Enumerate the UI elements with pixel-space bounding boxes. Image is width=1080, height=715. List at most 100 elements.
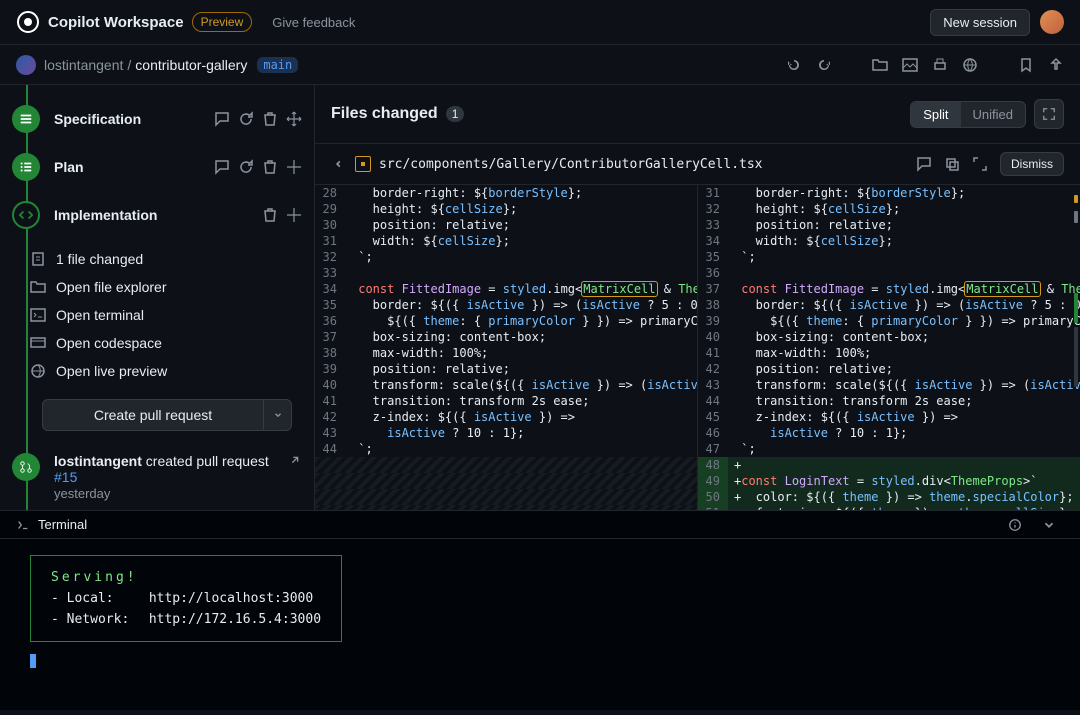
terminal-tab[interactable]: Terminal xyxy=(0,511,1080,539)
file-header[interactable]: src/components/Gallery/ContributorGaller… xyxy=(315,143,1080,185)
terminal-icon xyxy=(16,518,30,532)
activity-time: yesterday xyxy=(54,486,110,501)
modified-file-icon xyxy=(355,156,371,172)
repo-subheader: lostintangent / contributor-gallery main xyxy=(0,45,1080,85)
create-pr-button[interactable]: Create pull request xyxy=(42,399,264,431)
diff-view: 28 border-right: ${borderStyle};29 heigh… xyxy=(315,185,1080,510)
diff-line: 48+ xyxy=(698,457,1080,473)
comment-icon[interactable] xyxy=(214,159,230,175)
move-icon[interactable] xyxy=(286,159,302,175)
step-specification[interactable]: Specification xyxy=(12,95,302,143)
file-path: src/components/Gallery/ContributorGaller… xyxy=(379,157,763,172)
move-icon[interactable] xyxy=(286,207,302,223)
expand-icon[interactable] xyxy=(972,156,988,172)
diff-line: 38 max-width: 100%; xyxy=(315,345,697,361)
diff-line: 31 border-right: ${borderStyle}; xyxy=(698,185,1080,201)
globe-icon[interactable] xyxy=(962,57,978,73)
new-session-button[interactable]: New session xyxy=(930,9,1030,36)
bookmark-icon[interactable] xyxy=(1018,57,1034,73)
print-icon[interactable] xyxy=(932,57,948,73)
sidebar-item-live-preview[interactable]: Open live preview xyxy=(22,357,302,385)
diff-line: 44 transition: transform 2s ease; xyxy=(698,393,1080,409)
chevron-down-icon xyxy=(331,157,345,171)
diff-line: 37 box-sizing: content-box; xyxy=(315,329,697,345)
diff-line: 33 xyxy=(315,265,697,281)
step-plan[interactable]: Plan xyxy=(12,143,302,191)
diff-line: 37 const FittedImage = styled.img<Matrix… xyxy=(698,281,1080,297)
step-label: Plan xyxy=(54,159,214,175)
diff-pane-right[interactable]: 31 border-right: ${borderStyle};32 heigh… xyxy=(698,185,1080,510)
refresh-icon[interactable] xyxy=(238,111,254,127)
breadcrumb-repo[interactable]: contributor-gallery xyxy=(135,57,247,73)
diff-line: 51+ font-size: ${({ theme }) => theme.ce… xyxy=(698,505,1080,510)
sidebar-item-terminal[interactable]: Open terminal xyxy=(22,301,302,329)
diff-line: 34 width: ${cellSize}; xyxy=(698,233,1080,249)
diff-line: 39 ${({ theme: { primaryColor } }) => pr… xyxy=(698,313,1080,329)
comment-icon[interactable] xyxy=(916,156,932,172)
sidebar: Specification Plan Implementation xyxy=(0,85,315,510)
globe-icon xyxy=(30,363,46,379)
dismiss-button[interactable]: Dismiss xyxy=(1000,152,1064,176)
diff-line: 35 `; xyxy=(698,249,1080,265)
move-icon[interactable] xyxy=(286,111,302,127)
activity-user: lostintangent xyxy=(54,453,142,469)
split-view-button[interactable]: Split xyxy=(911,102,960,127)
expand-button[interactable] xyxy=(1034,99,1064,129)
branch-tag[interactable]: main xyxy=(257,57,298,73)
info-icon[interactable] xyxy=(1008,518,1030,532)
image-icon[interactable] xyxy=(902,57,918,73)
step-label: Specification xyxy=(54,111,214,127)
diff-line: 47 `; xyxy=(698,441,1080,457)
arrow-upright-icon xyxy=(288,453,302,467)
owner-avatar xyxy=(16,55,36,75)
diff-line: 50+ color: ${({ theme }) => theme.specia… xyxy=(698,489,1080,505)
files-count-badge: 1 xyxy=(446,106,465,122)
diff-line: 40 transform: scale(${({ isActive }) => … xyxy=(315,377,697,393)
create-pr-dropdown[interactable] xyxy=(264,399,292,431)
terminal-network-url: http://172.16.5.4:3000 xyxy=(149,612,321,627)
undo-icon[interactable] xyxy=(786,57,802,73)
diff-line: 43 transform: scale(${({ isActive }) => … xyxy=(698,377,1080,393)
diff-line: 41 transition: transform 2s ease; xyxy=(315,393,697,409)
trash-icon[interactable] xyxy=(262,207,278,223)
code-icon xyxy=(12,201,40,229)
diff-line: 36 ${({ theme: { primaryColor } }) => pr… xyxy=(315,313,697,329)
minimap[interactable] xyxy=(1074,195,1078,391)
sidebar-item-files-changed[interactable]: 1 file changed xyxy=(22,245,302,273)
comment-icon[interactable] xyxy=(214,111,230,127)
sidebar-item-label: Open file explorer xyxy=(56,279,167,295)
diff-line: 38 border: ${({ isActive }) => (isActive… xyxy=(698,297,1080,313)
unified-view-button[interactable]: Unified xyxy=(961,102,1025,127)
copy-icon[interactable] xyxy=(944,156,960,172)
list-icon xyxy=(12,105,40,133)
sidebar-item-codespace[interactable]: Open codespace xyxy=(22,329,302,357)
diff-line: 36 xyxy=(698,265,1080,281)
diff-line: 41 max-width: 100%; xyxy=(698,345,1080,361)
redo-icon[interactable] xyxy=(816,57,832,73)
fullscreen-icon xyxy=(1042,107,1056,121)
sidebar-item-label: Open terminal xyxy=(56,307,144,323)
sidebar-item-label: Open codespace xyxy=(56,335,162,351)
trash-icon[interactable] xyxy=(262,111,278,127)
files-changed-title: Files changed xyxy=(331,105,438,123)
activity-item[interactable]: lostintangent created pull request #15 y… xyxy=(12,445,302,509)
terminal-cursor xyxy=(30,654,36,668)
terminal-network-label: - Network: xyxy=(51,612,141,627)
sidebar-item-label: Open live preview xyxy=(56,363,167,379)
refresh-icon[interactable] xyxy=(238,159,254,175)
share-icon[interactable] xyxy=(1048,57,1064,73)
diff-line: 45 z-index: ${({ isActive }) => xyxy=(698,409,1080,425)
step-label: Implementation xyxy=(54,207,262,223)
sidebar-item-file-explorer[interactable]: Open file explorer xyxy=(22,273,302,301)
main-panel: Files changed 1 Split Unified src/compon… xyxy=(315,85,1080,510)
trash-icon[interactable] xyxy=(262,159,278,175)
terminal-body[interactable]: Serving! - Local: http://localhost:3000 … xyxy=(0,539,1080,688)
step-implementation[interactable]: Implementation xyxy=(12,191,302,239)
diff-pane-left[interactable]: 28 border-right: ${borderStyle};29 heigh… xyxy=(315,185,698,510)
breadcrumb-owner[interactable]: lostintangent xyxy=(44,57,123,73)
give-feedback-link[interactable]: Give feedback xyxy=(272,15,355,30)
user-avatar[interactable] xyxy=(1040,10,1064,34)
activity-pr-link[interactable]: #15 xyxy=(54,469,77,485)
chevron-down-icon[interactable] xyxy=(1042,518,1064,532)
folder-icon[interactable] xyxy=(872,57,888,73)
